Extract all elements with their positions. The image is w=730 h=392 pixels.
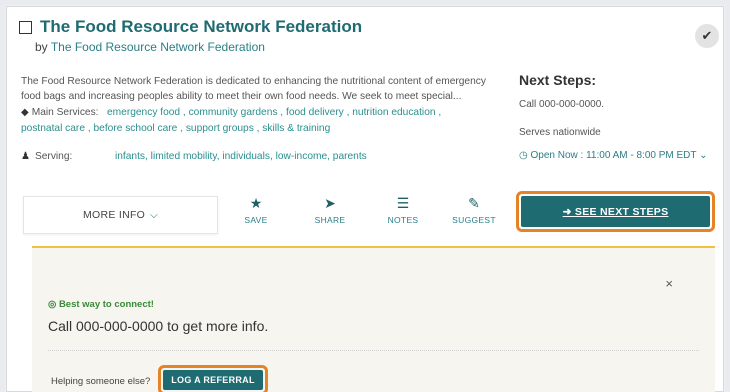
- service-tag[interactable]: emergency food ,: [107, 107, 186, 118]
- helping-label: Helping someone else?: [51, 376, 151, 387]
- by-line: by The Food Resource Network Federation: [35, 40, 265, 54]
- log-referral-label: LOG A REFERRAL: [163, 370, 263, 390]
- serving-value: infants, limited mobility, individuals, …: [115, 151, 367, 162]
- close-icon[interactable]: ×: [665, 276, 673, 291]
- service-tag[interactable]: support groups ,: [186, 123, 260, 134]
- check-glyph: ✔: [701, 28, 713, 43]
- star-icon: ★: [249, 195, 263, 211]
- check-circle-icon: ◎: [48, 299, 57, 310]
- best-way-heading: ◎ Best way to connect!: [48, 299, 154, 310]
- service-tag[interactable]: skills & training: [262, 123, 330, 134]
- save-button[interactable]: ★ SAVE: [226, 195, 286, 225]
- next-steps-phone: Call 000-000-0000.: [519, 99, 605, 110]
- share-button[interactable]: ➤ SHARE: [300, 195, 360, 225]
- chevron-down-icon: ⌄: [699, 150, 708, 161]
- main-services: ◆ Main Services: emergency food , communi…: [21, 105, 496, 137]
- paper-plane-icon: ➤: [324, 195, 336, 211]
- service-tag[interactable]: food delivery ,: [286, 107, 349, 118]
- open-hours-toggle[interactable]: ◷ Open Now : 11:00 AM - 8:00 PM EDT ⌄: [519, 150, 708, 161]
- see-next-steps-button[interactable]: ➜ SEE NEXT STEPS: [516, 191, 715, 232]
- open-hours-text: Open Now : 11:00 AM - 8:00 PM EDT: [530, 150, 697, 161]
- by-prefix: by: [35, 40, 48, 54]
- chevron-down-icon: ⌵: [150, 209, 159, 221]
- organization-link[interactable]: The Food Resource Network Federation: [51, 40, 265, 54]
- next-steps-title: Next Steps:: [519, 72, 597, 88]
- see-next-steps-label: SEE NEXT STEPS: [574, 205, 669, 218]
- checkmark-icon[interactable]: ✔: [695, 24, 719, 48]
- serving-label: Serving:: [34, 151, 73, 162]
- program-title[interactable]: The Food Resource Network Federation: [40, 17, 362, 37]
- program-description: The Food Resource Network Federation is …: [21, 76, 486, 102]
- program-card: The Food Resource Network Federation by …: [6, 6, 724, 392]
- title-row: The Food Resource Network Federation: [19, 17, 362, 37]
- person-icon: ♟: [21, 151, 30, 162]
- see-next-steps-inner: ➜ SEE NEXT STEPS: [521, 196, 710, 227]
- service-tag[interactable]: nutrition education ,: [352, 107, 441, 118]
- next-steps-serves: Serves nationwide: [519, 127, 601, 138]
- share-label: SHARE: [314, 215, 346, 225]
- best-way-label: Best way to connect!: [58, 299, 154, 310]
- list-icon: ☰: [396, 195, 410, 211]
- divider: [48, 350, 699, 351]
- clock-icon: ◷: [519, 150, 528, 161]
- next-steps-panel: × ◎ Best way to connect! Call 000-000-00…: [32, 246, 715, 392]
- service-tag[interactable]: postnatal care ,: [21, 123, 91, 134]
- serving-row: ♟ Serving: infants, limited mobility, ind…: [21, 151, 367, 162]
- pencil-icon: ✎: [468, 195, 480, 211]
- call-instruction: Call 000-000-0000 to get more info.: [48, 318, 269, 334]
- more-info-button[interactable]: MORE INFO ⌵: [23, 196, 218, 234]
- suggest-button[interactable]: ✎ SUGGEST: [444, 195, 504, 225]
- arrow-right-icon: ➜: [562, 205, 575, 218]
- log-referral-button[interactable]: LOG A REFERRAL: [158, 365, 268, 392]
- more-info-label: MORE INFO: [82, 209, 146, 221]
- notes-label: NOTES: [387, 215, 419, 225]
- select-checkbox[interactable]: [19, 20, 32, 34]
- service-tag[interactable]: before school care ,: [94, 123, 183, 134]
- service-tag[interactable]: community gardens ,: [189, 107, 284, 118]
- save-label: SAVE: [244, 215, 268, 225]
- suggest-label: SUGGEST: [452, 215, 496, 225]
- tag-icon: ◆: [21, 107, 29, 118]
- services-label: Main Services:: [31, 107, 99, 118]
- notes-button[interactable]: ☰ NOTES: [373, 195, 433, 225]
